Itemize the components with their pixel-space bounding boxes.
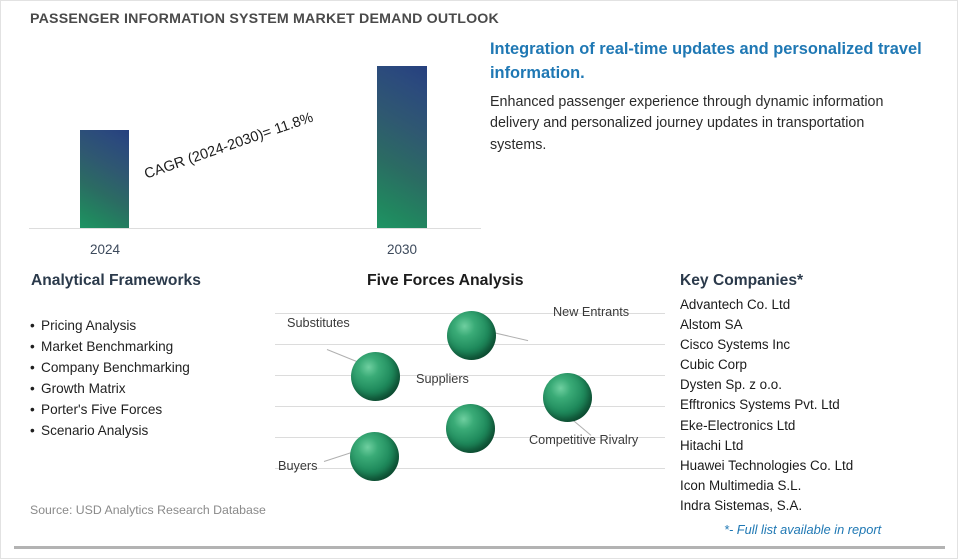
frameworks-list: Pricing Analysis Market Benchmarking Com… [30, 315, 190, 441]
grid-line [275, 375, 665, 376]
list-item: Growth Matrix [30, 378, 190, 399]
sphere-suppliers [446, 404, 495, 453]
grid-line [275, 468, 665, 469]
list-item: Scenario Analysis [30, 420, 190, 441]
chart-axis-line [29, 228, 481, 229]
label-substitutes: Substitutes [287, 316, 350, 330]
sphere-competitive-rivalry [543, 373, 592, 422]
label-suppliers: Suppliers [416, 372, 469, 386]
five-forces-heading: Five Forces Analysis [367, 272, 524, 289]
list-item: Cisco Systems Inc [680, 337, 791, 353]
list-item: Efftronics Systems Pvt. Ltd [680, 397, 840, 413]
full-list-footnote: *- Full list available in report [724, 522, 882, 537]
companies-list: Advantech Co. Ltd Alstom SA Cisco System… [680, 295, 853, 516]
cagr-annotation: CAGR (2024-2030)= 11.8% [142, 109, 316, 183]
list-item: Company Benchmarking [30, 357, 190, 378]
insight-block: Integration of real-time updates and per… [490, 38, 924, 156]
bar-label-2030: 2030 [386, 242, 418, 257]
infographic-canvas: PASSENGER INFORMATION SYSTEM MARKET DEMA… [0, 0, 958, 559]
list-item: Market Benchmarking [30, 336, 190, 357]
sphere-buyers [350, 432, 399, 481]
insight-title: Integration of real-time updates and per… [490, 40, 922, 82]
label-buyers: Buyers [278, 459, 318, 473]
list-item: Indra Sistemas, S.A. [680, 497, 803, 513]
list-item: Hitachi Ltd [680, 437, 744, 453]
label-competitive-rivalry: Competitive Rivalry [529, 433, 639, 447]
page-title: PASSENGER INFORMATION SYSTEM MARKET DEMA… [30, 11, 499, 27]
list-item: Cubic Corp [680, 357, 747, 373]
sphere-substitutes [351, 352, 400, 401]
market-demand-bar-chart: 2024 2030 CAGR (2024-2030)= 11.8% [23, 49, 481, 259]
list-item: Pricing Analysis [30, 315, 190, 336]
list-item: Eke-Electronics Ltd [680, 417, 796, 433]
source-note: Source: USD Analytics Research Database [30, 503, 266, 517]
bar-2030 [377, 66, 427, 228]
bar-2024 [80, 130, 129, 228]
label-new-entrants: New Entrants [553, 305, 630, 319]
sphere-new-entrants [447, 311, 496, 360]
companies-heading: Key Companies* [680, 272, 804, 289]
list-item: Icon Multimedia S.L. [680, 477, 802, 493]
list-item: Huawei Technologies Co. Ltd [680, 457, 854, 473]
insight-body: Enhanced passenger experience through dy… [490, 93, 884, 153]
five-forces-diagram: New Entrants Substitutes Suppliers Compe… [275, 299, 665, 491]
bar-label-2024: 2024 [89, 242, 121, 257]
frameworks-heading: Analytical Frameworks [31, 272, 201, 289]
bottom-divider [14, 546, 945, 549]
list-item: Advantech Co. Ltd [680, 297, 791, 312]
list-item: Dysten Sp. z o.o. [680, 377, 782, 393]
list-item: Alstom SA [680, 317, 743, 333]
list-item: Porter's Five Forces [30, 399, 190, 420]
